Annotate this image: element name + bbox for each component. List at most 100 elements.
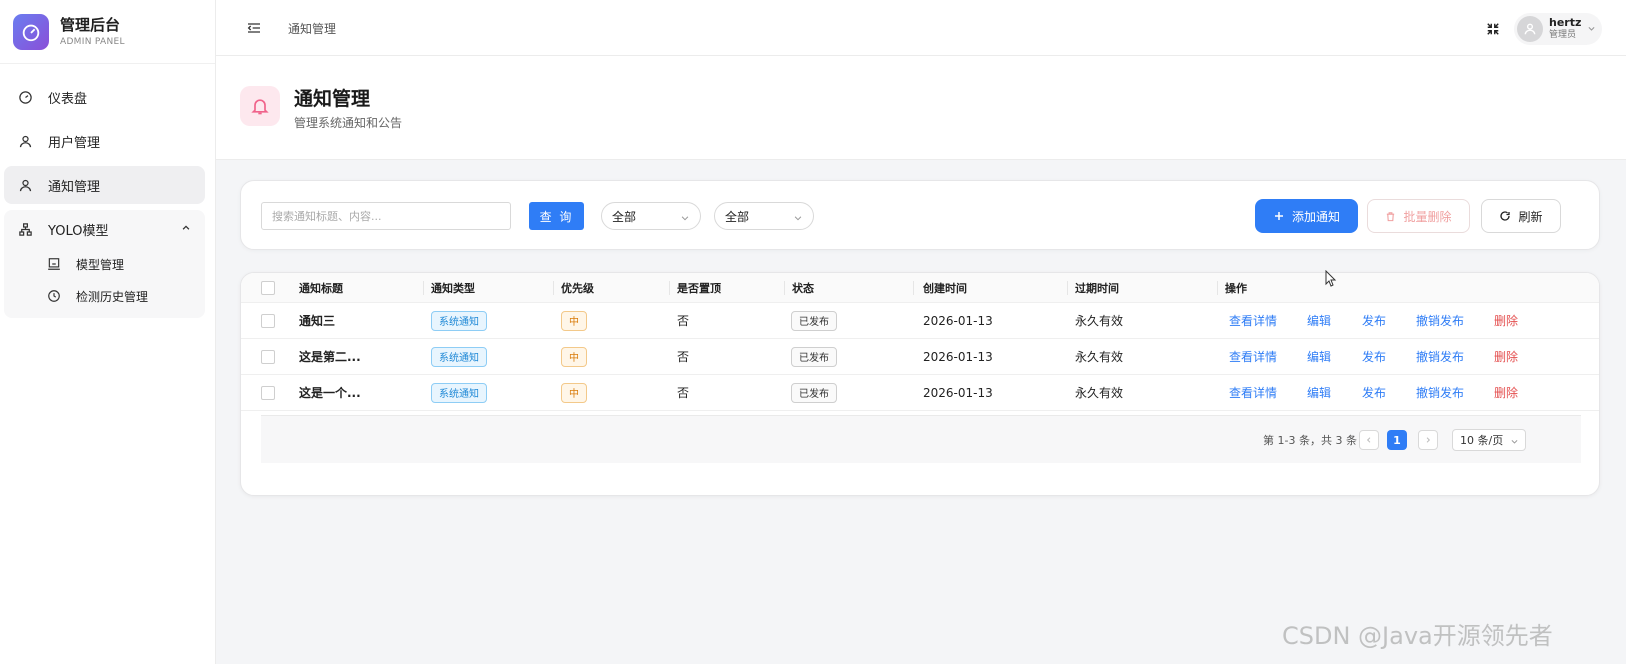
sidebar-item-label: 用户管理 xyxy=(48,135,101,151)
type-tag: 系统通知 xyxy=(431,382,487,403)
column-header-type: 通知类型 xyxy=(431,281,475,295)
pagination: 第 1-3 条，共 3 条 1 10 条/页 xyxy=(261,415,1581,463)
sidebar: 管理后台 ADMIN PANEL 仪表盘 用户管理 通知管理 YOLO模型 模型… xyxy=(0,0,216,664)
column-header-actions: 操作 xyxy=(1225,281,1247,295)
user-name: hertz xyxy=(1549,16,1582,29)
batch-delete-button[interactable]: 批量删除 xyxy=(1367,199,1470,233)
chevron-up-icon xyxy=(181,222,191,237)
chevron-down-icon xyxy=(1510,436,1519,449)
fullscreen-icon[interactable] xyxy=(1486,22,1500,36)
sidebar-item-label: 通知管理 xyxy=(48,179,101,195)
refresh-button[interactable]: 刷新 xyxy=(1481,199,1561,233)
chevron-down-icon xyxy=(680,212,690,226)
sidebar-item-dashboard[interactable]: 仪表盘 xyxy=(4,78,205,116)
row-expires: 永久有效 xyxy=(1075,350,1124,364)
publish-link[interactable]: 发布 xyxy=(1362,339,1386,374)
menu-fold-icon[interactable] xyxy=(246,20,262,36)
sidebar-item-model-management[interactable]: 模型管理 xyxy=(4,248,205,280)
row-created: 2026-01-13 xyxy=(923,313,993,328)
search-input[interactable] xyxy=(261,202,511,230)
table-row: 这是第二... 系统通知 中 否 已发布 2026-01-13 永久有效 查看详… xyxy=(241,339,1599,375)
avatar xyxy=(1517,16,1543,42)
pagination-total: 第 1-3 条，共 3 条 xyxy=(1263,434,1357,447)
user-menu[interactable]: hertz 管理员 xyxy=(1514,13,1602,45)
mouse-cursor-icon xyxy=(1325,269,1337,292)
prev-page-button[interactable] xyxy=(1359,430,1379,450)
table-header: 通知标题 通知类型 优先级 是否置顶 状态 创建时间 过期时间 操作 xyxy=(241,273,1599,303)
sidebar-item-detection-history[interactable]: 检测历史管理 xyxy=(4,280,205,312)
user-role: 管理员 xyxy=(1549,30,1577,40)
sidebar-item-notifications[interactable]: 通知管理 xyxy=(4,166,205,204)
column-header-expires: 过期时间 xyxy=(1075,281,1119,295)
row-pinned: 否 xyxy=(677,350,690,364)
model-icon xyxy=(46,256,62,272)
view-detail-link[interactable]: 查看详情 xyxy=(1229,375,1277,410)
sidebar-group-yolo-toggle[interactable]: YOLO模型 xyxy=(4,210,205,248)
page-size-select[interactable]: 10 条/页 xyxy=(1452,429,1526,451)
add-notification-button[interactable]: 添加通知 xyxy=(1255,199,1358,233)
row-checkbox[interactable] xyxy=(261,349,275,364)
select-all-checkbox[interactable] xyxy=(261,280,275,295)
column-header-priority: 优先级 xyxy=(561,281,594,295)
column-header-created: 创建时间 xyxy=(923,281,967,295)
refresh-label: 刷新 xyxy=(1518,209,1543,224)
batch-delete-label: 批量删除 xyxy=(1403,209,1452,224)
dashboard-icon xyxy=(16,88,34,106)
edit-link[interactable]: 编辑 xyxy=(1307,375,1331,410)
delete-link[interactable]: 删除 xyxy=(1494,339,1518,374)
select-value: 全部 xyxy=(725,209,750,224)
page-subtitle: 管理系统通知和公告 xyxy=(294,116,403,130)
plus-icon xyxy=(1273,210,1285,222)
row-pinned: 否 xyxy=(677,314,690,328)
view-detail-link[interactable]: 查看详情 xyxy=(1229,303,1277,338)
priority-tag: 中 xyxy=(561,382,587,403)
publish-link[interactable]: 发布 xyxy=(1362,375,1386,410)
unpublish-link[interactable]: 撤销发布 xyxy=(1416,339,1464,374)
row-pinned: 否 xyxy=(677,386,690,400)
row-created: 2026-01-13 xyxy=(923,385,993,400)
watermark: CSDN @Java开源领先者 xyxy=(1282,622,1553,650)
status-filter-select[interactable]: 全部 xyxy=(714,202,814,230)
brand-title: 管理后台 xyxy=(60,16,121,34)
brand-subtitle: ADMIN PANEL xyxy=(60,37,125,47)
row-checkbox[interactable] xyxy=(261,385,275,400)
row-created: 2026-01-13 xyxy=(923,349,993,364)
priority-tag: 中 xyxy=(561,346,587,367)
type-filter-select[interactable]: 全部 xyxy=(601,202,701,230)
brand: 管理后台 ADMIN PANEL xyxy=(0,0,215,64)
breadcrumb: 通知管理 xyxy=(288,22,337,36)
column-header-pinned: 是否置顶 xyxy=(677,281,721,295)
edit-link[interactable]: 编辑 xyxy=(1307,339,1331,374)
topbar: 通知管理 hertz 管理员 xyxy=(216,0,1626,56)
unpublish-link[interactable]: 撤销发布 xyxy=(1416,375,1464,410)
sidebar-sub-label: 检测历史管理 xyxy=(76,289,149,304)
row-expires: 永久有效 xyxy=(1075,386,1124,400)
page-title: 通知管理 xyxy=(294,88,371,110)
user-icon xyxy=(16,132,34,150)
trash-icon xyxy=(1385,211,1396,222)
current-page-button[interactable]: 1 xyxy=(1387,430,1407,450)
delete-link[interactable]: 删除 xyxy=(1494,375,1518,410)
row-title: 通知三 xyxy=(299,314,336,328)
publish-link[interactable]: 发布 xyxy=(1362,303,1386,338)
sidebar-group-label: YOLO模型 xyxy=(48,223,109,239)
select-value: 全部 xyxy=(612,209,637,224)
chevron-down-icon xyxy=(1587,22,1596,37)
status-tag: 已发布 xyxy=(791,346,837,367)
status-tag: 已发布 xyxy=(791,382,837,403)
type-tag: 系统通知 xyxy=(431,346,487,367)
table-row: 通知三 系统通知 中 否 已发布 2026-01-13 永久有效 查看详情 编辑… xyxy=(241,303,1599,339)
edit-link[interactable]: 编辑 xyxy=(1307,303,1331,338)
history-icon xyxy=(46,288,62,304)
sidebar-item-users[interactable]: 用户管理 xyxy=(4,122,205,160)
next-page-button[interactable] xyxy=(1418,430,1438,450)
user-icon xyxy=(16,176,34,194)
refresh-icon xyxy=(1499,210,1511,222)
query-button[interactable]: 查 询 xyxy=(529,202,584,230)
page-size-value: 10 条/页 xyxy=(1460,434,1504,447)
filter-card: 查 询 全部 全部 添加通知 批量删除 刷新 xyxy=(240,180,1600,250)
delete-link[interactable]: 删除 xyxy=(1494,303,1518,338)
row-checkbox[interactable] xyxy=(261,313,275,328)
unpublish-link[interactable]: 撤销发布 xyxy=(1416,303,1464,338)
view-detail-link[interactable]: 查看详情 xyxy=(1229,339,1277,374)
